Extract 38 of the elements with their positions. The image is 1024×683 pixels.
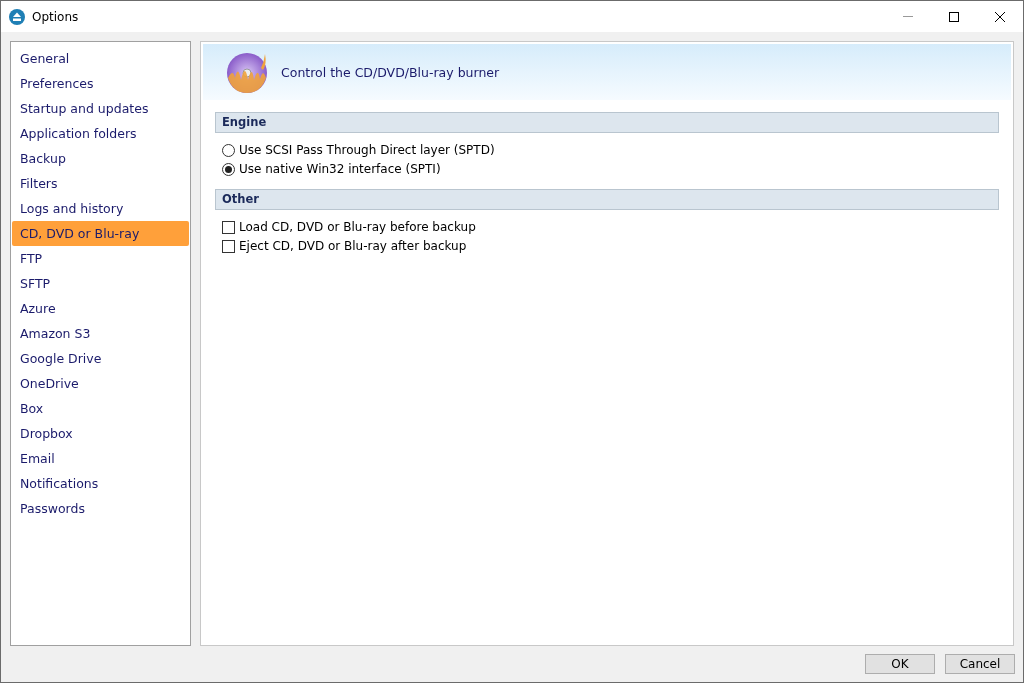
- sidebar-item[interactable]: Filters: [12, 171, 189, 196]
- section-header: Other: [215, 189, 999, 210]
- sidebar-item[interactable]: Startup and updates: [12, 96, 189, 121]
- sidebar-item[interactable]: Application folders: [12, 121, 189, 146]
- sidebar-item[interactable]: Dropbox: [12, 421, 189, 446]
- radio-button[interactable]: [222, 143, 235, 157]
- checkbox[interactable]: [222, 220, 235, 234]
- sidebar-item[interactable]: Amazon S3: [12, 321, 189, 346]
- option-label: Load CD, DVD or Blu-ray before backup: [239, 220, 476, 234]
- sidebar-item[interactable]: Azure: [12, 296, 189, 321]
- sidebar-item[interactable]: Logs and history: [12, 196, 189, 221]
- sidebar-item[interactable]: CD, DVD or Blu-ray: [12, 221, 189, 246]
- option-label: Use SCSI Pass Through Direct layer (SPTD): [239, 143, 495, 157]
- sidebar-item[interactable]: SFTP: [12, 271, 189, 296]
- close-icon: [995, 11, 1005, 22]
- dialog-button[interactable]: OK: [865, 654, 935, 674]
- window-title: Options: [32, 9, 80, 24]
- sidebar-item[interactable]: Google Drive: [12, 346, 189, 371]
- burning-disc-icon: [225, 50, 269, 94]
- sidebar-item[interactable]: Passwords: [12, 496, 189, 521]
- sidebar-item[interactable]: FTP: [12, 246, 189, 271]
- sidebar-item[interactable]: Backup: [12, 146, 189, 171]
- section-header: Engine: [215, 112, 999, 133]
- radio-button[interactable]: [222, 162, 235, 176]
- sidebar-item[interactable]: OneDrive: [12, 371, 189, 396]
- dialog-button[interactable]: Cancel: [945, 654, 1015, 674]
- sidebar-item[interactable]: Box: [12, 396, 189, 421]
- sidebar-item[interactable]: Preferences: [12, 71, 189, 96]
- minimize-icon: [903, 16, 913, 17]
- sidebar-item[interactable]: Notifications: [12, 471, 189, 496]
- checkbox[interactable]: [222, 239, 235, 253]
- panel-heading: Control the CD/DVD/Blu-ray burner: [281, 64, 500, 80]
- sidebar-item[interactable]: Email: [12, 446, 189, 471]
- option-label: Use native Win32 interface (SPTI): [239, 162, 441, 176]
- option-label: Eject CD, DVD or Blu-ray after backup: [239, 239, 467, 253]
- maximize-icon: [949, 11, 959, 22]
- app-icon: [9, 8, 25, 25]
- sidebar-item[interactable]: General: [12, 46, 189, 71]
